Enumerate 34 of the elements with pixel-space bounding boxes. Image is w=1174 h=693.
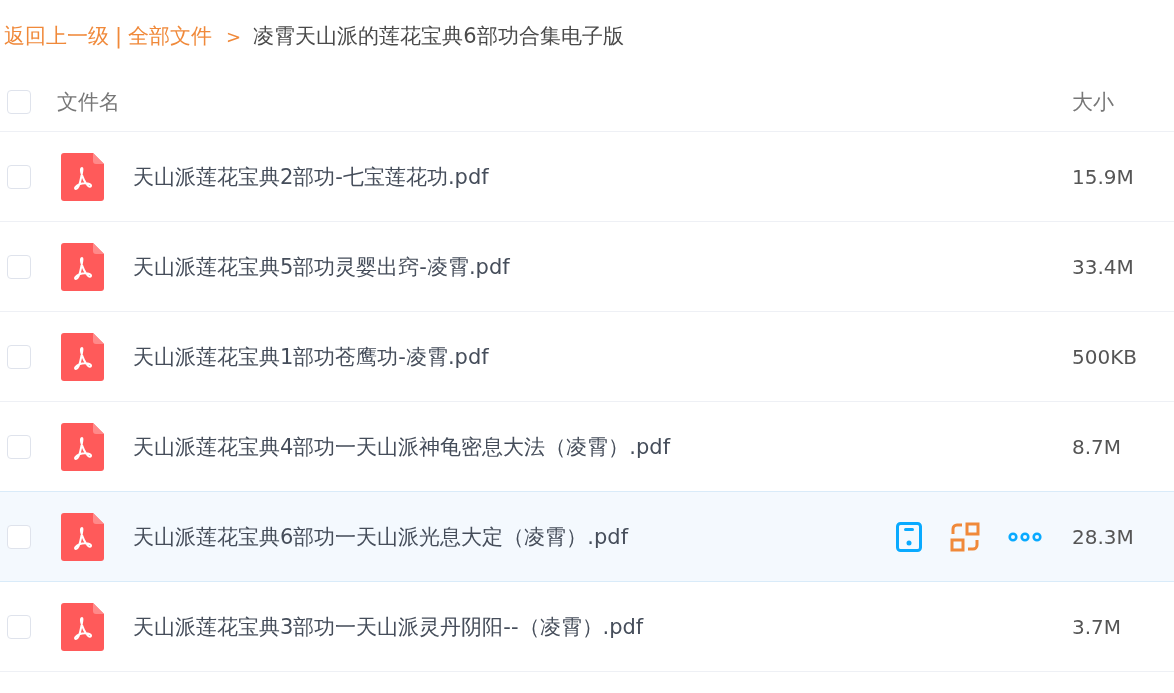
file-name[interactable]: 天山派莲花宝典4部功一天山派神龟密息大法（凌霄）.pdf bbox=[133, 432, 1072, 461]
pdf-file-icon bbox=[61, 242, 104, 291]
row-checkbox[interactable] bbox=[7, 164, 31, 189]
breadcrumb-arrow: > bbox=[226, 25, 242, 47]
pdf-file-icon bbox=[61, 602, 104, 651]
current-folder: 凌霄天山派的莲花宝典6部功合集电子版 bbox=[253, 23, 624, 50]
name-column-header[interactable]: 文件名 bbox=[57, 87, 1072, 116]
size-column-header[interactable]: 大小 bbox=[1072, 87, 1174, 116]
file-size: 8.7M bbox=[1072, 434, 1123, 459]
file-name[interactable]: 天山派莲花宝典2部功-七宝莲花功.pdf bbox=[133, 162, 1072, 191]
phone-icon[interactable] bbox=[896, 521, 922, 552]
pdf-file-icon bbox=[61, 512, 104, 561]
file-size: 15.9M bbox=[1072, 164, 1135, 189]
file-name[interactable]: 天山派莲花宝典6部功一天山派光息大定（凌霄）.pdf bbox=[133, 522, 896, 551]
file-size: 28.3M bbox=[1072, 524, 1135, 549]
file-size: 500KB bbox=[1072, 344, 1138, 369]
breadcrumb-separator: | bbox=[115, 24, 123, 48]
file-row[interactable]: 天山派莲花宝典6部功一天山派光息大定（凌霄）.pdf 28.3M bbox=[0, 491, 1174, 582]
select-all-checkbox[interactable] bbox=[7, 89, 31, 114]
file-name[interactable]: 天山派莲花宝典3部功一天山派灵丹阴阳--（凌霄）.pdf bbox=[133, 612, 1072, 641]
convert-icon[interactable] bbox=[950, 521, 980, 552]
row-checkbox[interactable] bbox=[7, 254, 31, 279]
row-checkbox[interactable] bbox=[7, 614, 31, 639]
more-icon[interactable] bbox=[1008, 530, 1042, 543]
file-name[interactable]: 天山派莲花宝典5部功灵婴出窍-凌霄.pdf bbox=[133, 252, 1072, 281]
file-size: 33.4M bbox=[1072, 254, 1135, 279]
pdf-file-icon bbox=[61, 422, 104, 471]
pdf-file-icon bbox=[61, 152, 104, 201]
row-checkbox[interactable] bbox=[7, 344, 31, 369]
file-size: 3.7M bbox=[1072, 614, 1123, 639]
row-checkbox[interactable] bbox=[7, 524, 31, 549]
file-name[interactable]: 天山派莲花宝典1部功苍鹰功-凌霄.pdf bbox=[133, 342, 1072, 371]
pdf-file-icon bbox=[61, 332, 104, 381]
row-checkbox[interactable] bbox=[7, 434, 31, 459]
